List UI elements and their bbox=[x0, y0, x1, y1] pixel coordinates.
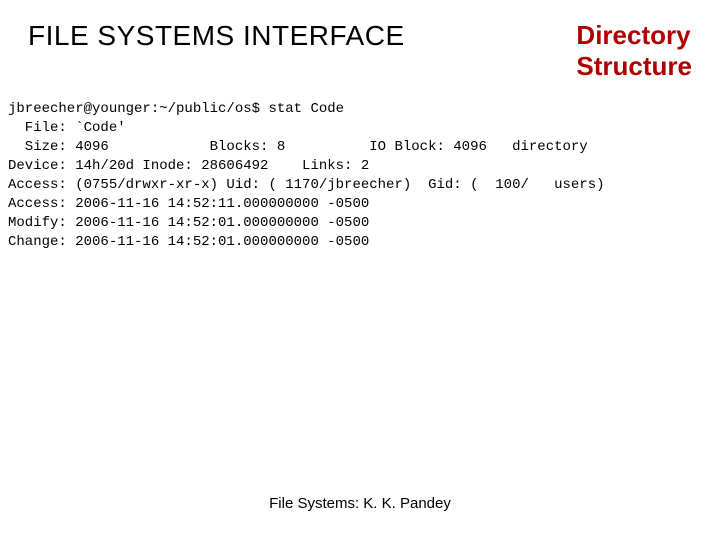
terminal-line-4: Access: (0755/drwxr-xr-x) Uid: ( 1170/jb… bbox=[8, 177, 605, 193]
terminal-line-3: Device: 14h/20d Inode: 28606492 Links: 2 bbox=[8, 158, 369, 174]
terminal-line-1: File: `Code' bbox=[8, 120, 126, 136]
slide-title: FILE SYSTEMS INTERFACE bbox=[28, 20, 405, 52]
terminal-line-6: Modify: 2006-11-16 14:52:01.000000000 -0… bbox=[8, 215, 369, 231]
terminal-line-2: Size: 4096 Blocks: 8 IO Block: 4096 dire… bbox=[8, 139, 588, 155]
terminal-line-0: jbreecher@younger:~/public/os$ stat Code bbox=[8, 101, 344, 117]
slide-footer: File Systems: K. K. Pandey bbox=[0, 495, 720, 512]
terminal-output: jbreecher@younger:~/public/os$ stat Code… bbox=[0, 92, 720, 251]
terminal-line-5: Access: 2006-11-16 14:52:11.000000000 -0… bbox=[8, 196, 369, 212]
terminal-line-7: Change: 2006-11-16 14:52:01.000000000 -0… bbox=[8, 234, 369, 250]
slide-header: FILE SYSTEMS INTERFACE DirectoryStructur… bbox=[0, 0, 720, 92]
slide-subtitle: DirectoryStructure bbox=[576, 20, 692, 82]
